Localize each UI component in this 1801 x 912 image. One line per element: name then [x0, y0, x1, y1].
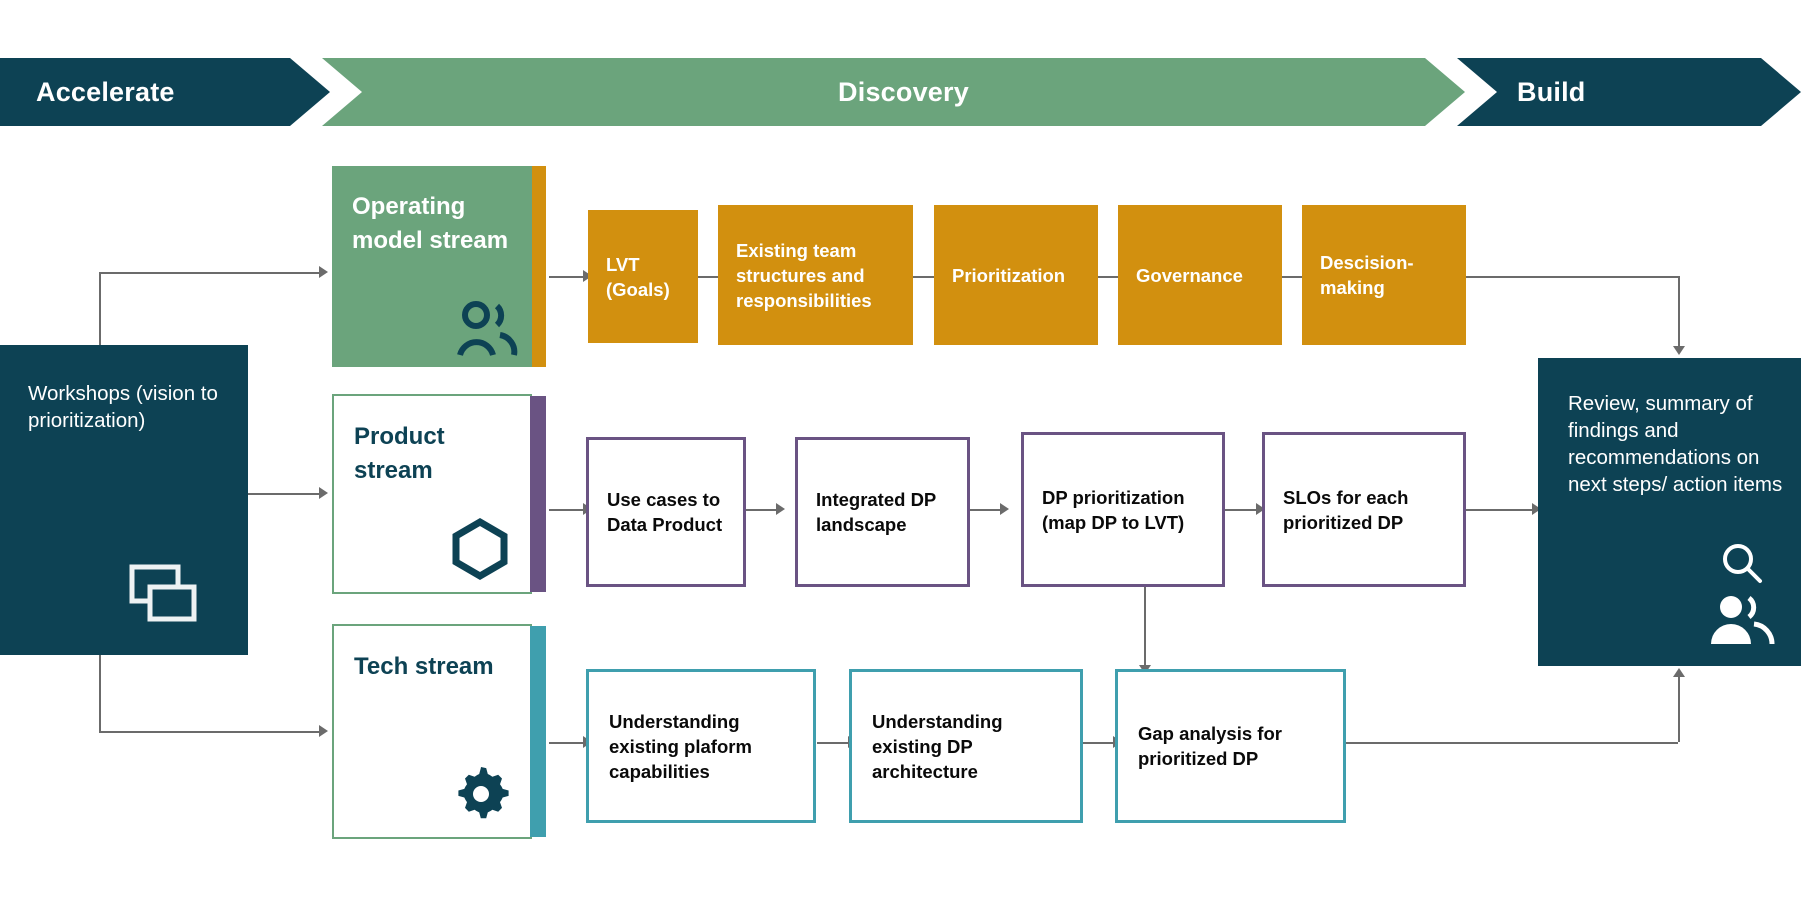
arrowhead-review-bottom	[1673, 668, 1685, 677]
connector-prod-0	[549, 509, 585, 511]
node-label: Integrated DP landscape	[816, 489, 936, 535]
node-label: Use cases to Data Product	[607, 489, 723, 535]
connector-tech-1	[817, 742, 850, 744]
phase-label-accelerate: Accelerate	[36, 76, 175, 107]
node-label: Prioritization	[952, 264, 1066, 286]
node-prod-integrated-dp-landscape[interactable]: Integrated DP landscape	[795, 437, 970, 587]
node-label: Descision-making	[1320, 252, 1414, 298]
connector-om-to-review-v	[1678, 276, 1680, 348]
phase-banner-accelerate: Accelerate	[0, 58, 330, 126]
stream-tile-product[interactable]: Product stream	[332, 394, 546, 594]
arrowhead-prod	[319, 487, 328, 499]
connector-workshops-to-tech-h	[99, 731, 321, 733]
search-icon	[1721, 542, 1763, 584]
review-card[interactable]: Review, summary of findings and recommen…	[1538, 358, 1801, 666]
connector-dp-to-gap	[1144, 582, 1146, 669]
review-label: Review, summary of findings and recommen…	[1568, 392, 1783, 496]
arrowhead-prod-2	[1000, 503, 1009, 515]
node-om-lvt-goals[interactable]: LVT (Goals)	[588, 210, 698, 343]
node-label: LVT (Goals)	[606, 253, 670, 300]
stream-label-product: Product stream	[354, 423, 445, 484]
node-label: Understanding existing DP architecture	[872, 710, 1003, 782]
arrowhead-om	[319, 266, 328, 278]
node-prod-use-cases-to-data-product[interactable]: Use cases to Data Product	[586, 437, 746, 587]
phase-label-build: Build	[1517, 76, 1586, 107]
connector-workshops-to-prod-h	[246, 493, 321, 495]
people-icon	[1709, 594, 1775, 646]
chat-bubbles-icon	[129, 564, 197, 625]
node-tech-understanding-existing-platform-capabilities[interactable]: Understanding existing plaform capabilit…	[586, 669, 816, 823]
node-om-existing-team-structures[interactable]: Existing team structures and responsibil…	[718, 205, 913, 345]
gear-icon	[454, 767, 509, 821]
node-label: Understanding existing plaform capabilit…	[609, 710, 752, 782]
workshops-card[interactable]: Workshops (vision to prioritization)	[0, 345, 248, 655]
connector-tech-2	[1083, 742, 1115, 744]
stream-tile-tech[interactable]: Tech stream	[332, 624, 546, 839]
connector-prod-3	[1224, 509, 1258, 511]
node-prod-dp-prioritization[interactable]: DP prioritization (map DP to LVT)	[1021, 432, 1225, 587]
diagram-canvas: Accelerate Discovery Build Workshops (vi…	[0, 0, 1801, 912]
node-tech-understanding-existing-dp-architecture[interactable]: Understanding existing DP architecture	[849, 669, 1083, 823]
arrowhead-review-top	[1673, 346, 1685, 355]
node-om-governance[interactable]: Governance	[1118, 205, 1282, 345]
connector-workshops-to-tech-v	[99, 653, 101, 733]
node-tech-gap-analysis-for-prioritized-dp[interactable]: Gap analysis for prioritized DP	[1115, 669, 1346, 823]
connector-workshops-to-om-v	[99, 272, 101, 346]
connector-gap-to-review-v	[1678, 676, 1680, 742]
arrowhead-prod-1	[776, 503, 785, 515]
connector-prod-1	[745, 509, 778, 511]
connector-om-0	[549, 276, 585, 278]
stream-accent-product	[530, 396, 546, 592]
stream-label-operating-model: Operating model stream	[352, 193, 509, 254]
connector-prod-to-review	[1466, 509, 1534, 511]
phase-banner-discovery: Discovery	[322, 58, 1465, 126]
node-label: Governance	[1136, 264, 1243, 286]
arrowhead-tech	[319, 725, 328, 737]
workshops-label: Workshops (vision to prioritization)	[28, 382, 218, 432]
phase-label-discovery: Discovery	[838, 76, 969, 107]
people-icon	[456, 301, 518, 357]
connector-workshops-to-om-h	[99, 272, 321, 274]
stream-tile-operating-model[interactable]: Operating model stream	[332, 166, 546, 367]
connector-om-3	[1096, 276, 1120, 278]
stream-accent-tech	[530, 626, 546, 837]
node-label: SLOs for each prioritized DP	[1283, 486, 1409, 533]
node-label: Gap analysis for prioritized DP	[1138, 723, 1282, 769]
connector-tech-0	[549, 742, 585, 744]
node-prod-slos-for-each-prioritized-dp[interactable]: SLOs for each prioritized DP	[1262, 432, 1466, 587]
connector-om-2	[912, 276, 936, 278]
connector-gap-to-review-h	[1345, 742, 1678, 744]
connector-prod-2	[968, 509, 1002, 511]
connector-om-to-review-h	[1464, 276, 1680, 278]
phase-banner-build: Build	[1457, 58, 1801, 126]
node-label: DP prioritization (map DP to LVT)	[1042, 486, 1185, 533]
node-label: Existing team structures and responsibil…	[736, 239, 872, 311]
connector-om-4	[1280, 276, 1304, 278]
stream-accent-operating-model	[532, 166, 546, 367]
hexagon-icon	[450, 517, 510, 581]
stream-label-tech: Tech stream	[354, 653, 494, 680]
node-om-descision-making[interactable]: Descision-making	[1302, 205, 1466, 345]
node-om-prioritization[interactable]: Prioritization	[934, 205, 1098, 345]
